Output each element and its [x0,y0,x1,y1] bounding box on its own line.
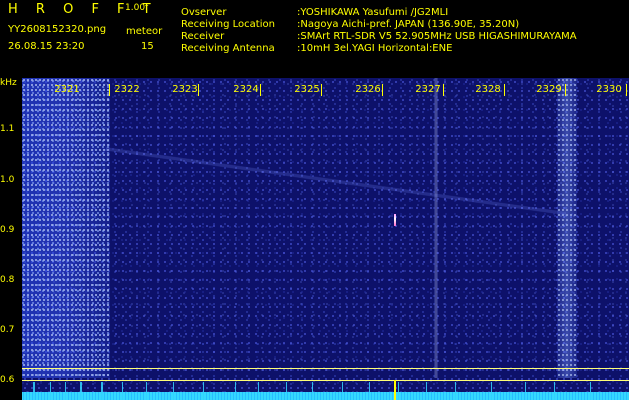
capture-timestamp: 26.08.15 23:20 [8,41,85,52]
meteor-trace [106,130,566,230]
location-label: Receiving Location [181,19,275,30]
location-value: :Nagoya Aichi-pref. JAPAN (136.90E, 35.2… [297,19,520,30]
meteor-label: meteor [126,26,163,37]
x-tick-2327: 2327 [415,84,441,95]
antenna-label: Receiving Antenna [181,43,275,54]
x-tick-2325: 2325 [294,84,320,95]
image-filename: YY2608152320.png [8,24,107,35]
tick-mark-2327 [443,84,444,96]
x-tick-2326: 2326 [355,84,381,95]
frequency-scale: kHz 1.1 1.0 0.9 0.8 0.7 0.6 [0,78,22,400]
baseline-spikes [22,382,629,400]
x-tick-2323: 2323 [172,84,198,95]
app-version: 1.00f [125,3,149,13]
x-tick-2329: 2329 [536,84,562,95]
x-tick-2322: 2322 [114,84,140,95]
receiver-label: Receiver [181,31,225,42]
observer-label: Ovserver [181,7,227,18]
tick-mark-2322 [109,84,110,96]
left-noise-band [22,78,110,378]
reference-line-upper [22,368,629,369]
meteor-count: 15 [141,41,154,52]
antenna-value: :10mH 3el.YAGI Horizontal:ENE [297,43,453,54]
y-axis-unit: kHz [0,78,17,88]
y-tick-0-9: 0.9 [0,225,15,235]
vertical-signal [434,78,438,378]
tick-mark-2324 [260,84,261,96]
meteor-echo-spot [394,214,396,226]
tick-mark-2325 [321,84,322,96]
y-tick-0-7: 0.7 [0,325,15,335]
hroff-fft-window: H R O F F T 1.00f YY2608152320.png meteo… [0,0,629,400]
x-tick-2321: 2321 [54,84,80,95]
tick-mark-2326 [382,84,383,96]
tick-mark-2323 [198,84,199,96]
y-tick-0-6: 0.6 [0,375,15,385]
x-tick-2330: 2330 [596,84,622,95]
waterfall-spectrogram[interactable] [22,78,629,400]
tick-mark-2330 [626,84,627,96]
tick-mark-2328 [504,84,505,96]
x-tick-2324: 2324 [233,84,259,95]
y-tick-1-0: 1.0 [0,175,15,185]
yellow-signal-spike [394,380,396,400]
time-axis: 2321 2322 2323 2324 2325 2326 2327 2328 … [22,84,629,96]
observer-value: :YOSHIKAWA Yasufumi /JG2MLI [297,7,449,18]
y-tick-1-1: 1.1 [0,124,15,134]
y-tick-0-8: 0.8 [0,275,15,285]
receiver-value: :SMArt RTL-SDR V5 52.905MHz USB HIGASHIM… [297,31,577,42]
x-tick-2328: 2328 [475,84,501,95]
tick-mark-2329 [565,84,566,96]
reference-line-lower [22,380,629,381]
